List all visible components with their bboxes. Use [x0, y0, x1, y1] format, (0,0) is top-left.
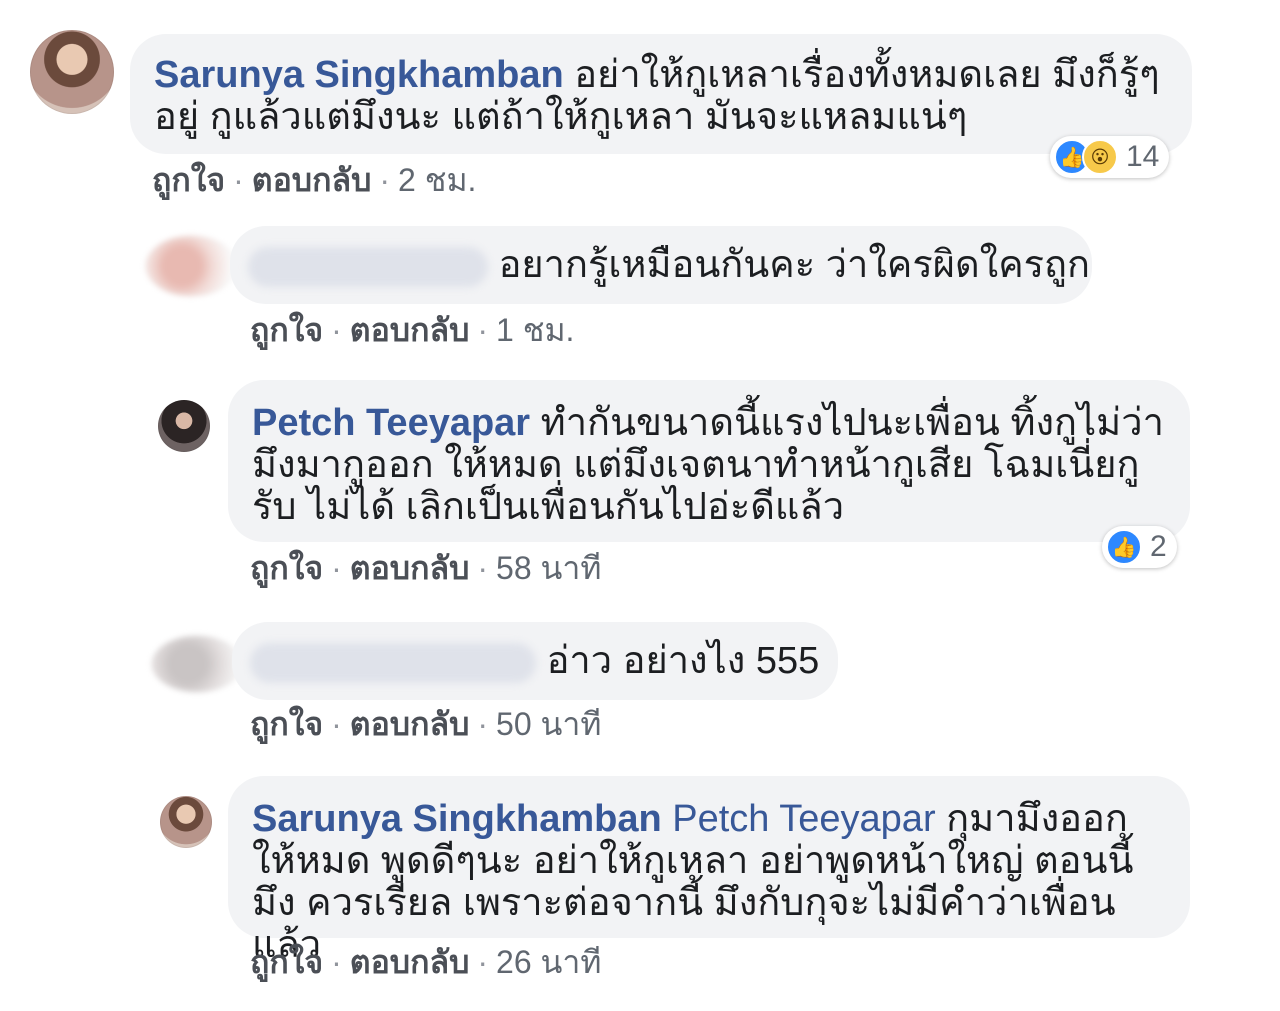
avatar — [146, 236, 236, 296]
avatar[interactable] — [158, 400, 210, 452]
author-name[interactable]: Sarunya Singkhamban — [252, 798, 662, 840]
thumbs-up-icon: 👍 — [1106, 529, 1142, 565]
comment-text: อยากรู้เหมือนกันคะ ว่าใครผิดใครถูก — [498, 244, 1091, 286]
separator: · — [477, 706, 489, 742]
reaction-count: 2 — [1150, 530, 1167, 563]
timestamp[interactable]: 58 นาที — [496, 550, 601, 586]
separator: · — [233, 162, 244, 198]
timestamp[interactable]: 2 ชม. — [398, 162, 476, 198]
timestamp[interactable]: 50 นาที — [496, 706, 601, 742]
reaction-summary[interactable]: 👍 2 — [1102, 526, 1177, 568]
separator: · — [379, 162, 391, 198]
like-link[interactable]: ถูกใจ — [250, 550, 323, 586]
separator: · — [331, 944, 342, 980]
tagged-name[interactable]: Petch Teeyapar — [672, 798, 935, 840]
reaction-count: 14 — [1126, 140, 1160, 173]
blurred-author-name — [248, 246, 488, 287]
separator: · — [477, 312, 489, 348]
separator: · — [477, 944, 489, 980]
reply-link[interactable]: ตอบกลับ — [350, 706, 470, 742]
comment-actions: ถูกใจ · ตอบกลับ · 50 นาที — [250, 706, 601, 742]
wow-face-icon: 😮 — [1082, 139, 1118, 175]
like-link[interactable]: ถูกใจ — [152, 162, 225, 198]
reply-link[interactable]: ตอบกลับ — [350, 312, 470, 348]
comment-actions: ถูกใจ · ตอบกลับ · 2 ชม. — [152, 162, 476, 198]
separator: · — [331, 706, 342, 742]
comment-text: อ่าว อย่างไง 555 — [546, 640, 820, 682]
avatar[interactable] — [160, 796, 212, 848]
reply-link[interactable]: ตอบกลับ — [252, 162, 372, 198]
avatar[interactable] — [30, 30, 114, 114]
comment-bubble: อ่าว อย่างไง 555 — [232, 622, 838, 700]
comment-actions: ถูกใจ · ตอบกลับ · 26 นาที — [250, 944, 601, 980]
like-link[interactable]: ถูกใจ — [250, 706, 323, 742]
reply-link[interactable]: ตอบกลับ — [350, 944, 470, 980]
comment-actions: ถูกใจ · ตอบกลับ · 58 นาที — [250, 550, 601, 586]
separator: · — [477, 550, 489, 586]
avatar — [152, 636, 242, 692]
author-name[interactable]: Petch Teeyapar — [252, 402, 530, 444]
comment-bubble: Petch Teeyapar ทำกันขนาดนี้แรงไปนะเพื่อน… — [228, 380, 1190, 542]
comment-bubble: Sarunya Singkhamban อย่าให้กูเหลาเรื่องท… — [130, 34, 1192, 154]
like-link[interactable]: ถูกใจ — [250, 312, 323, 348]
reply-link[interactable]: ตอบกลับ — [350, 550, 470, 586]
separator: · — [331, 312, 342, 348]
reaction-summary[interactable]: 👍 😮 14 — [1050, 136, 1170, 178]
comment-bubble: อยากรู้เหมือนกันคะ ว่าใครผิดใครถูก — [230, 226, 1092, 304]
comment-actions: ถูกใจ · ตอบกลับ · 1 ชม. — [250, 312, 574, 348]
separator: · — [331, 550, 342, 586]
timestamp[interactable]: 26 นาที — [496, 944, 601, 980]
author-name[interactable]: Sarunya Singkhamban — [154, 54, 564, 96]
timestamp[interactable]: 1 ชม. — [496, 312, 574, 348]
comment-bubble: Sarunya Singkhamban Petch Teeyapar กุมาม… — [228, 776, 1190, 966]
like-link[interactable]: ถูกใจ — [250, 944, 323, 980]
blurred-author-name — [250, 642, 536, 683]
